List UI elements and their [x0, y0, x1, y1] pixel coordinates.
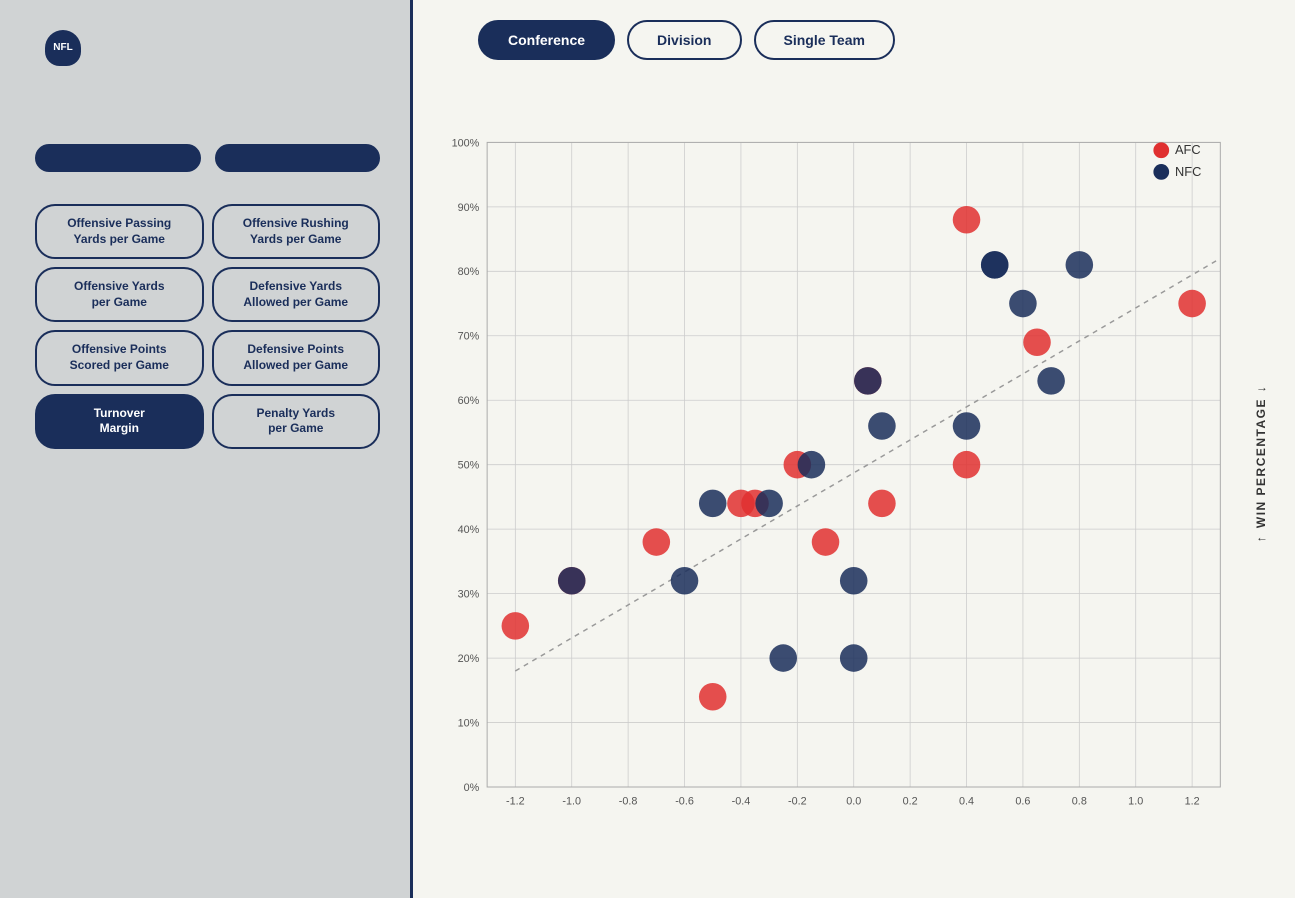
highlight-btn-single-team[interactable]: Single Team	[754, 20, 895, 60]
svg-text:NFC: NFC	[1175, 164, 1201, 179]
metric-btn-off-pass[interactable]: Offensive Passing Yards per Game	[35, 204, 204, 259]
svg-text:10%: 10%	[458, 717, 480, 729]
scatter-plot: 0% 10% 20% 30% 40% 50% 60% 70% 80% 90% 100% -1.2 -1.…	[433, 75, 1240, 879]
y-axis-label: ↑ WIN PERCENTAGE ↓	[1254, 385, 1268, 542]
review-by-team-button[interactable]	[215, 144, 381, 172]
svg-text:80%: 80%	[458, 266, 480, 278]
highlight-btn-division[interactable]: Division	[627, 20, 741, 60]
scatter-dot[interactable]	[699, 683, 727, 711]
svg-text:-0.2: -0.2	[788, 796, 807, 808]
svg-text:30%: 30%	[458, 589, 480, 601]
highlight-buttons: Conference Division Single Team	[478, 20, 895, 60]
y-axis-up-arrow: ↑	[1254, 535, 1268, 543]
svg-text:1.2: 1.2	[1185, 796, 1200, 808]
scatter-svg-container: 0% 10% 20% 30% 40% 50% 60% 70% 80% 90% 100% -1.2 -1.…	[433, 75, 1240, 879]
scatter-wrapper: 0% 10% 20% 30% 40% 50% 60% 70% 80% 90% 100% -1.2 -1.…	[433, 75, 1240, 883]
nfl-shield-logo: NFL	[45, 30, 81, 66]
scatter-dot[interactable]	[953, 451, 981, 479]
svg-text:50%: 50%	[458, 460, 480, 472]
svg-text:-0.6: -0.6	[675, 796, 694, 808]
metric-btn-off-points[interactable]: Offensive Points Scored per Game	[35, 330, 204, 385]
svg-text:0.2: 0.2	[903, 796, 918, 808]
scatter-dot[interactable]	[812, 528, 840, 556]
scatter-dot[interactable]	[558, 567, 586, 595]
svg-text:0.8: 0.8	[1072, 796, 1087, 808]
svg-text:-0.4: -0.4	[732, 796, 751, 808]
svg-text:-0.8: -0.8	[619, 796, 638, 808]
svg-text:40%: 40%	[458, 524, 480, 536]
metric-btn-penalty[interactable]: Penalty Yards per Game	[212, 394, 381, 449]
scatter-dot[interactable]	[868, 412, 896, 440]
svg-text:0.0: 0.0	[846, 796, 861, 808]
title-block: NFL	[35, 30, 380, 84]
title-line1: NFL	[35, 30, 380, 66]
scatter-dot[interactable]	[798, 451, 826, 479]
metric-btn-off-rush[interactable]: Offensive Rushing Yards per Game	[212, 204, 381, 259]
y-axis-text: WIN PERCENTAGE	[1254, 399, 1268, 529]
top-controls: Conference Division Single Team	[433, 20, 1275, 60]
scatter-dot[interactable]	[854, 367, 882, 395]
scatter-dot[interactable]	[840, 567, 868, 595]
metric-btn-def-yards[interactable]: Defensive Yards Allowed per Game	[212, 267, 381, 322]
scatter-dot[interactable]	[769, 644, 797, 672]
scatter-dot[interactable]	[953, 206, 981, 234]
y-axis-label-container: ↑ WIN PERCENTAGE ↓	[1247, 75, 1275, 853]
chart-area: 0% 10% 20% 30% 40% 50% 60% 70% 80% 90% 100% -1.2 -1.…	[433, 75, 1275, 883]
scatter-dot[interactable]	[1037, 367, 1065, 395]
svg-text:-1.2: -1.2	[506, 796, 525, 808]
svg-text:100%: 100%	[452, 137, 480, 149]
svg-text:AFC: AFC	[1175, 142, 1201, 157]
svg-text:-1.0: -1.0	[562, 796, 581, 808]
scatter-dot[interactable]	[840, 644, 868, 672]
svg-text:1.0: 1.0	[1128, 796, 1143, 808]
review-buttons	[35, 144, 380, 172]
svg-text:90%: 90%	[458, 202, 480, 214]
scatter-dot[interactable]	[868, 490, 896, 518]
scatter-dot[interactable]	[953, 412, 981, 440]
y-axis-down-arrow: ↓	[1254, 385, 1268, 393]
scatter-dot[interactable]	[981, 251, 1009, 279]
metric-buttons-grid: Offensive Passing Yards per GameOffensiv…	[35, 204, 380, 449]
svg-text:0%: 0%	[464, 782, 480, 794]
svg-text:0.4: 0.4	[959, 796, 974, 808]
scatter-dot[interactable]	[699, 490, 727, 518]
svg-text:70%: 70%	[458, 331, 480, 343]
left-panel: NFL Offensive Passing Yards per GameOffe…	[0, 0, 410, 898]
highlight-btn-conference[interactable]: Conference	[478, 20, 615, 60]
scatter-dot[interactable]	[755, 490, 783, 518]
scatter-dot[interactable]	[1178, 290, 1206, 318]
svg-text:60%: 60%	[458, 395, 480, 407]
svg-text:0.6: 0.6	[1015, 796, 1030, 808]
metric-btn-off-yards[interactable]: Offensive Yards per Game	[35, 267, 204, 322]
scatter-dot[interactable]	[671, 567, 699, 595]
scatter-dot[interactable]	[1023, 328, 1051, 356]
metric-btn-def-points[interactable]: Defensive Points Allowed per Game	[212, 330, 381, 385]
review-by-division-button[interactable]	[35, 144, 201, 172]
scatter-dot[interactable]	[1066, 251, 1094, 279]
metric-btn-turnover[interactable]: Turnover Margin	[35, 394, 204, 449]
scatter-dot[interactable]	[502, 612, 530, 640]
scatter-dot[interactable]	[1009, 290, 1037, 318]
scatter-dot[interactable]	[643, 528, 671, 556]
svg-text:20%: 20%	[458, 653, 480, 665]
right-panel: Conference Division Single Team 0% 10% 20% 30…	[410, 0, 1295, 898]
